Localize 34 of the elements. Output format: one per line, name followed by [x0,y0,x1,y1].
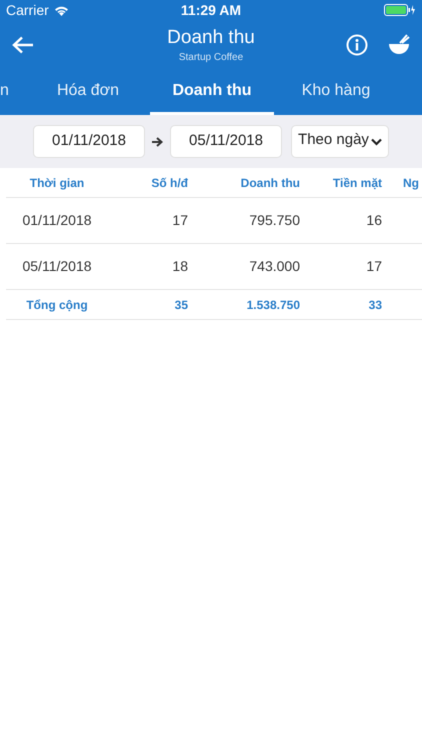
end-date-field[interactable]: 05/11/2018 [170,125,282,158]
clock-time: 11:29 AM [180,0,242,20]
start-date-field[interactable]: 01/11/2018 [33,125,145,158]
tab[interactable]: Kho hàng [274,70,398,115]
column-header: Thời gian [28,174,86,192]
table-cell-text: 16 [365,211,382,230]
period-dropdown[interactable]: Theo ngày [291,125,389,158]
tab[interactable]: Hóa đơn [26,70,150,115]
table-cell-text: 795.750 [248,211,300,230]
column-header: Số h/đ [150,174,188,192]
total-cell-text: 1.538.750 [246,296,300,314]
chevron-down-icon [370,138,382,146]
back-arrow-icon[interactable] [12,36,34,54]
info-icon[interactable] [346,34,368,56]
total-cell-text: 33 [368,296,382,314]
bowl-icon[interactable] [388,34,410,56]
column-header: Tiền mặt [332,174,382,192]
table-cell-text: 01/11/2018 [21,211,93,230]
total-cell-text: 35 [174,296,188,314]
carrier-label: Carrier [6,0,49,20]
table-cell-text: 17 [365,257,382,276]
column-header: Ng [402,174,420,192]
wifi-icon [54,4,69,16]
table-cell-text: 17 [171,211,188,230]
screen-subtitle: Startup Coffee [178,50,244,64]
table-cell-text: 743.000 [248,257,300,276]
screen-title: Doanh thu [167,26,255,50]
table-cell-text: 05/11/2018 [21,257,93,276]
total-cell-text: Tổng cộng [25,296,89,314]
tab[interactable]: n [0,70,26,115]
table-cell-text: 18 [171,257,188,276]
column-header: Doanh thu [240,174,300,192]
arrow-right-icon [152,136,163,146]
battery-icon [384,4,416,16]
